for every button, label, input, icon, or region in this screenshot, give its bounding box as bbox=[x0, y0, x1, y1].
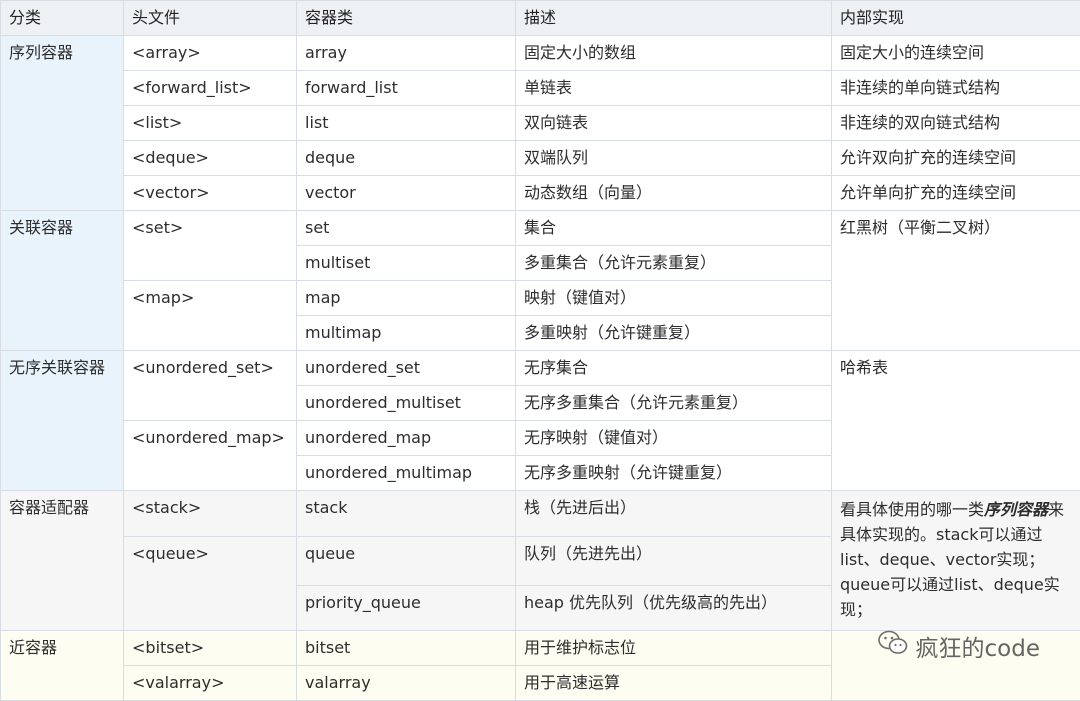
class-cell: list bbox=[297, 106, 516, 141]
class-cell: unordered_set bbox=[297, 351, 516, 386]
class-cell: stack bbox=[297, 491, 516, 537]
header-cell: <stack> bbox=[124, 491, 297, 537]
table-row: <forward_list> forward_list 单链表 非连续的单向链式… bbox=[1, 71, 1080, 106]
desc-cell: 固定大小的数组 bbox=[516, 36, 832, 71]
class-cell: queue bbox=[297, 536, 516, 585]
class-cell: set bbox=[297, 211, 516, 246]
class-cell: deque bbox=[297, 141, 516, 176]
header-cell: <unordered_map> bbox=[124, 421, 297, 491]
header-cell: <queue> bbox=[124, 536, 297, 631]
header-cell: <forward_list> bbox=[124, 71, 297, 106]
table-row: <list> list 双向链表 非连续的双向链式结构 bbox=[1, 106, 1080, 141]
class-cell: forward_list bbox=[297, 71, 516, 106]
table-row: <vector> vector 动态数组（向量） 允许单向扩充的连续空间 bbox=[1, 176, 1080, 211]
header-cell: <deque> bbox=[124, 141, 297, 176]
desc-cell: 动态数组（向量） bbox=[516, 176, 832, 211]
class-cell: priority_queue bbox=[297, 585, 516, 631]
impl-cell: 红黑树（平衡二叉树） bbox=[832, 211, 1080, 351]
class-cell: unordered_multimap bbox=[297, 456, 516, 491]
class-cell: valarray bbox=[297, 666, 516, 701]
category-cell: 序列容器 bbox=[1, 36, 124, 211]
desc-cell: 无序映射（键值对） bbox=[516, 421, 832, 456]
class-cell: vector bbox=[297, 176, 516, 211]
class-cell: map bbox=[297, 281, 516, 316]
desc-cell: 多重映射（允许键重复） bbox=[516, 316, 832, 351]
impl-cell: 允许双向扩充的连续空间 bbox=[832, 141, 1080, 176]
table-row: 关联容器 <set> set 集合 红黑树（平衡二叉树） bbox=[1, 211, 1080, 246]
desc-cell: 队列（先进先出） bbox=[516, 536, 832, 585]
impl-text-before: 看具体使用的哪一类 bbox=[840, 500, 984, 519]
class-cell: bitset bbox=[297, 631, 516, 666]
desc-cell: 映射（键值对） bbox=[516, 281, 832, 316]
desc-cell: 单链表 bbox=[516, 71, 832, 106]
impl-cell: 非连续的单向链式结构 bbox=[832, 71, 1080, 106]
header-cell: <array> bbox=[124, 36, 297, 71]
desc-cell: 无序多重集合（允许元素重复） bbox=[516, 386, 832, 421]
col-header-header-file: 头文件 bbox=[124, 1, 297, 36]
desc-cell: 用于高速运算 bbox=[516, 666, 832, 701]
container-table: 分类 头文件 容器类 描述 内部实现 序列容器 <array> array 固定… bbox=[0, 0, 1080, 701]
desc-cell: 双端队列 bbox=[516, 141, 832, 176]
header-cell: <map> bbox=[124, 281, 297, 351]
col-header-category: 分类 bbox=[1, 1, 124, 36]
class-cell: array bbox=[297, 36, 516, 71]
impl-cell: 看具体使用的哪一类序列容器来具体实现的。stack可以通过list、deque、… bbox=[832, 491, 1080, 631]
category-cell: 无序关联容器 bbox=[1, 351, 124, 491]
table-row: 序列容器 <array> array 固定大小的数组 固定大小的连续空间 bbox=[1, 36, 1080, 71]
impl-cell: 哈希表 bbox=[832, 351, 1080, 491]
desc-cell: 无序集合 bbox=[516, 351, 832, 386]
col-header-container-class: 容器类 bbox=[297, 1, 516, 36]
class-cell: unordered_map bbox=[297, 421, 516, 456]
desc-cell: 栈（先进后出） bbox=[516, 491, 832, 537]
header-cell: <bitset> bbox=[124, 631, 297, 666]
desc-cell: 双向链表 bbox=[516, 106, 832, 141]
impl-cell: 固定大小的连续空间 bbox=[832, 36, 1080, 71]
impl-cell: 非连续的双向链式结构 bbox=[832, 106, 1080, 141]
table-row: <deque> deque 双端队列 允许双向扩充的连续空间 bbox=[1, 141, 1080, 176]
class-cell: multimap bbox=[297, 316, 516, 351]
header-cell: <unordered_set> bbox=[124, 351, 297, 421]
header-cell: <vector> bbox=[124, 176, 297, 211]
header-cell: <valarray> bbox=[124, 666, 297, 701]
col-header-description: 描述 bbox=[516, 1, 832, 36]
category-cell: 近容器 bbox=[1, 631, 124, 701]
table-row: 容器适配器 <stack> stack 栈（先进后出） 看具体使用的哪一类序列容… bbox=[1, 491, 1080, 537]
watermark: 疯狂的code bbox=[878, 629, 1040, 663]
desc-cell: heap 优先队列（优先级高的先出） bbox=[516, 585, 832, 631]
impl-text-emph: 序列容器 bbox=[984, 500, 1048, 519]
table-row: 无序关联容器 <unordered_set> unordered_set 无序集… bbox=[1, 351, 1080, 386]
wechat-icon bbox=[878, 630, 908, 662]
header-cell: <list> bbox=[124, 106, 297, 141]
header-cell: <set> bbox=[124, 211, 297, 281]
watermark-text: 疯狂的code bbox=[916, 629, 1040, 663]
impl-cell: 允许单向扩充的连续空间 bbox=[832, 176, 1080, 211]
category-cell: 容器适配器 bbox=[1, 491, 124, 631]
col-header-implementation: 内部实现 bbox=[832, 1, 1080, 36]
class-cell: unordered_multiset bbox=[297, 386, 516, 421]
table-header-row: 分类 头文件 容器类 描述 内部实现 bbox=[1, 1, 1080, 36]
desc-cell: 用于维护标志位 bbox=[516, 631, 832, 666]
desc-cell: 无序多重映射（允许键重复） bbox=[516, 456, 832, 491]
class-cell: multiset bbox=[297, 246, 516, 281]
category-cell: 关联容器 bbox=[1, 211, 124, 351]
desc-cell: 多重集合（允许元素重复） bbox=[516, 246, 832, 281]
desc-cell: 集合 bbox=[516, 211, 832, 246]
